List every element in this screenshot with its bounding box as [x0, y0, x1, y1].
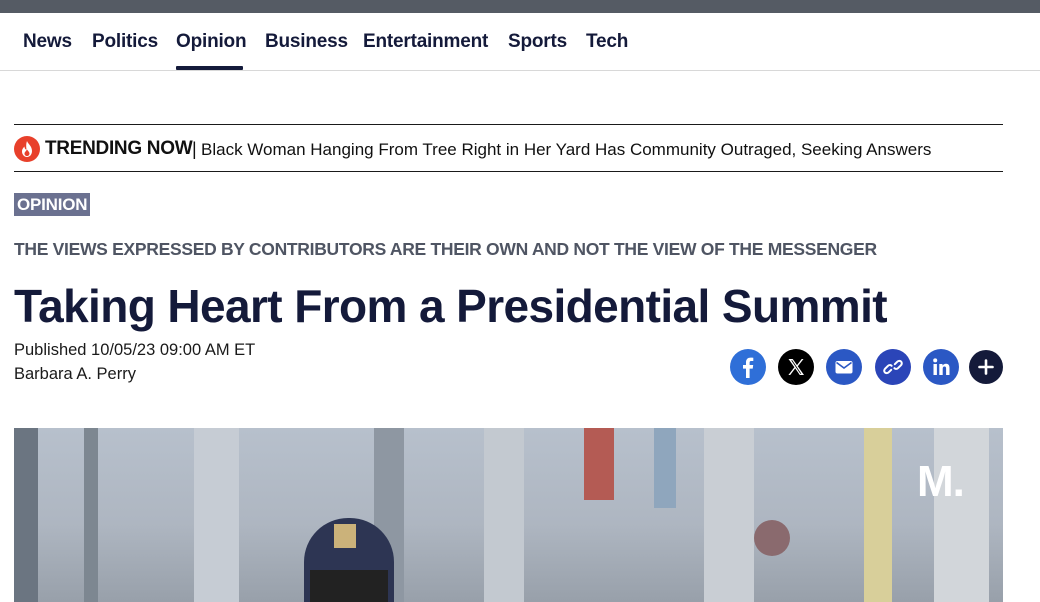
- hero-building-shade: [14, 428, 38, 602]
- trending-separator: |: [192, 139, 197, 159]
- section-badge[interactable]: OPINION: [14, 193, 91, 216]
- trending-headline-link[interactable]: Black Woman Hanging From Tree Right in H…: [201, 140, 931, 160]
- nav-item-politics[interactable]: Politics: [92, 31, 158, 53]
- hero-pillar-yellow: [864, 428, 892, 602]
- x-icon: [788, 359, 804, 375]
- share-linkedin-button[interactable]: [923, 349, 959, 385]
- nav-item-entertainment[interactable]: Entertainment: [363, 31, 488, 53]
- linkedin-icon: [933, 358, 950, 375]
- browser-top-bar: [0, 0, 1040, 13]
- opinion-disclaimer: THE VIEWS EXPRESSED BY CONTRIBUTORS ARE …: [14, 239, 877, 259]
- hero-column: [484, 428, 524, 602]
- trending-label: TRENDING NOW: [45, 138, 193, 159]
- nav-item-business[interactable]: Business: [265, 31, 348, 53]
- nav-item-news[interactable]: News: [23, 31, 72, 53]
- nav-item-tech[interactable]: Tech: [586, 31, 628, 53]
- hero-image: M.: [14, 428, 1003, 602]
- facebook-icon: [743, 357, 754, 378]
- plus-icon: [978, 359, 994, 375]
- hero-column: [704, 428, 754, 602]
- share-x-button[interactable]: [778, 349, 814, 385]
- hero-banner-red: [584, 428, 614, 500]
- link-icon: [883, 359, 903, 375]
- messenger-logo-watermark: M.: [917, 457, 965, 506]
- share-email-button[interactable]: [826, 349, 862, 385]
- article-title: Taking Heart From a Presidential Summit: [14, 280, 888, 332]
- hero-cap-badge: [334, 524, 356, 548]
- hero-column: [194, 428, 239, 602]
- email-icon: [835, 361, 853, 374]
- flame-icon: [14, 136, 40, 162]
- hero-sunglasses: [310, 570, 388, 602]
- author-name[interactable]: Barbara A. Perry: [14, 365, 136, 384]
- trending-bar: TRENDING NOW | Black Woman Hanging From …: [14, 124, 1003, 172]
- nav-item-sports[interactable]: Sports: [508, 31, 567, 53]
- hero-lamp-post: [84, 428, 98, 602]
- main-nav: News Politics Opinion Business Entertain…: [0, 13, 1040, 71]
- more-share-button[interactable]: [969, 350, 1003, 384]
- hero-column: [934, 428, 989, 602]
- hero-banner-blue: [654, 428, 676, 508]
- nav-item-opinion[interactable]: Opinion: [176, 31, 247, 53]
- copy-link-button[interactable]: [875, 349, 911, 385]
- hero-flower-basket: [754, 520, 790, 556]
- published-date: Published 10/05/23 09:00 AM ET: [14, 341, 256, 359]
- share-facebook-button[interactable]: [730, 349, 766, 385]
- active-tab-indicator: [176, 66, 243, 70]
